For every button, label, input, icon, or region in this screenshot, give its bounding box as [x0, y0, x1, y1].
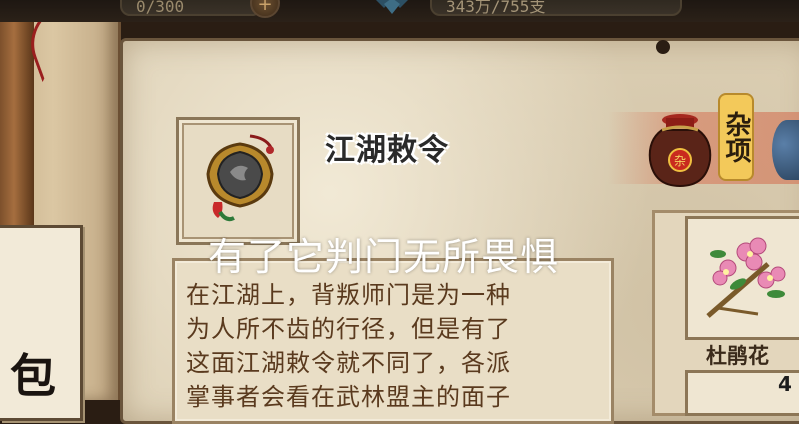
bird-icon [772, 120, 799, 180]
wine-jar-icon: 杂 [648, 114, 712, 188]
description-line: 这面江湖敕令就不同了，各派 [186, 349, 511, 377]
top-resource-bar: 0/300 + 343万/755支 [0, 0, 799, 22]
gem-icon [376, 0, 408, 14]
inventory-item-count: 4 [778, 372, 792, 396]
resource-counter-right-text: 343万/755支 [446, 0, 546, 16]
caption-overlay: 有了它判门无所畏惧 [208, 235, 560, 279]
token-icon [206, 134, 274, 222]
side-scroll-tab-label: 包 [10, 349, 56, 403]
panel-pin [656, 40, 670, 54]
jar-char: 杂 [674, 154, 686, 168]
resource-counter-right: 343万/755支 [430, 0, 682, 16]
resource-counter-left-text: 0/300 [136, 0, 185, 16]
description-line: 为人所不齿的行径，但是有了 [186, 315, 511, 343]
description-line: 在江湖上，背叛师门是为一种 [186, 281, 511, 309]
item-name: 江湖敕令 [325, 133, 449, 168]
category-label: 杂项 [720, 95, 752, 179]
description-line: 掌事者会看在武林盟主的面子 [186, 383, 511, 411]
inventory-item-name: 杜鹃花 [706, 344, 769, 368]
item-description: 在江湖上，背叛师门是为一种 为人所不齿的行径，但是有了 这面江湖敕令就不同了，各… [186, 278, 606, 414]
azalea-icon [706, 237, 786, 318]
resource-counter-left: 0/300 [120, 0, 262, 16]
add-resource-label: + [257, 0, 273, 15]
